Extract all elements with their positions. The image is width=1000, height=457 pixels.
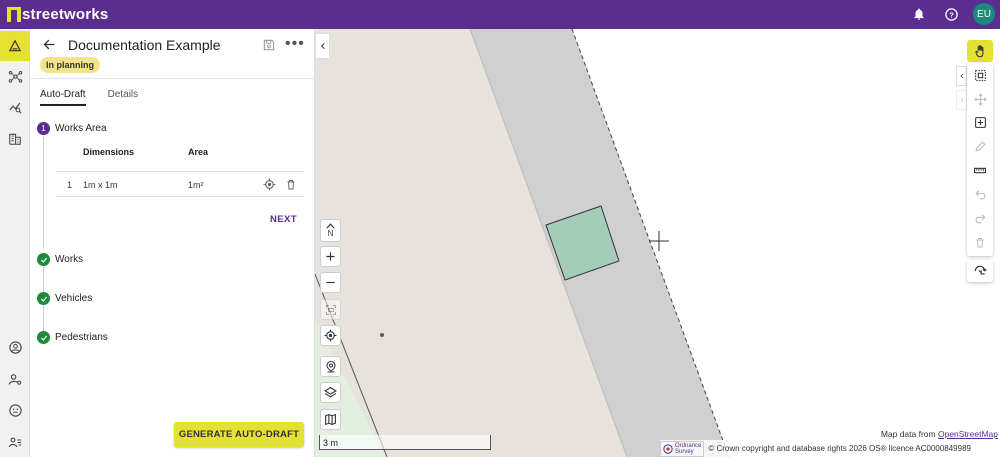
- edit-icon[interactable]: [967, 135, 993, 157]
- step-connector: [43, 306, 44, 334]
- layers-button[interactable]: [320, 382, 341, 403]
- save-icon[interactable]: [262, 38, 276, 57]
- undo-icon[interactable]: [967, 183, 993, 205]
- next-button[interactable]: NEXT: [270, 214, 297, 225]
- step-label: Works: [55, 254, 84, 265]
- check-icon: [37, 331, 50, 344]
- app-name: streetworks: [22, 6, 109, 23]
- bell-icon[interactable]: [909, 4, 929, 24]
- column-header-dimensions: Dimensions: [83, 147, 135, 157]
- row-index: 1: [67, 180, 73, 190]
- app-logo[interactable]: streetworks: [7, 6, 108, 23]
- works-icon[interactable]: [0, 31, 30, 61]
- step-vehicles[interactable]: Vehicles: [37, 292, 92, 305]
- back-arrow-icon[interactable]: [42, 37, 57, 57]
- attribution-text: Map data from: [880, 429, 938, 439]
- scale-bar: 3 m: [319, 435, 491, 450]
- trash-icon[interactable]: [967, 231, 993, 253]
- expand-move-button[interactable]: [956, 90, 967, 110]
- profile-icon[interactable]: [0, 332, 30, 362]
- ordnance-survey-logo: Ordnance Survey: [660, 440, 705, 457]
- openstreetmap-link[interactable]: OpenStreetMap: [938, 429, 998, 439]
- fit-bounds-button[interactable]: [320, 299, 341, 320]
- table-row[interactable]: 1 1m x 1m 1m²: [56, 171, 304, 197]
- step-pedestrians[interactable]: Pedestrians: [37, 331, 108, 344]
- map-attribution: Map data from OpenStreetMap: [878, 429, 1000, 439]
- move-icon[interactable]: [967, 88, 993, 110]
- row-area: 1m²: [188, 180, 204, 190]
- svg-text:?: ?: [949, 10, 954, 19]
- basemap-button[interactable]: [320, 409, 341, 430]
- step-connector: [43, 267, 44, 295]
- step-connector: [43, 137, 44, 249]
- step-label: Vehicles: [55, 293, 93, 304]
- redo-icon[interactable]: [967, 207, 993, 229]
- collapse-panel-button[interactable]: [315, 33, 330, 59]
- step-number: 1: [37, 122, 50, 135]
- add-shape-icon[interactable]: [967, 111, 993, 133]
- pin-location-button[interactable]: [320, 356, 341, 377]
- left-nav: [0, 29, 30, 457]
- measure-icon[interactable]: [967, 159, 993, 181]
- buildings-icon[interactable]: [0, 124, 30, 154]
- locate-icon[interactable]: [263, 178, 276, 193]
- top-bar: streetworks ? EU: [0, 0, 1000, 29]
- network-icon[interactable]: [0, 61, 30, 91]
- expand-tools-button[interactable]: [956, 66, 967, 86]
- copyright-text: © Crown copyright and database rights 20…: [708, 444, 971, 453]
- pan-tool-button[interactable]: [967, 40, 993, 62]
- select-area-icon[interactable]: [967, 64, 993, 86]
- generate-auto-draft-button[interactable]: GENERATE AUTO-DRAFT: [174, 422, 304, 447]
- more-options-icon[interactable]: •••: [285, 36, 305, 52]
- user-settings-icon[interactable]: [0, 364, 30, 394]
- zoom-out-button[interactable]: [320, 272, 341, 293]
- os-logo-icon: [663, 443, 673, 454]
- map-background: [315, 29, 730, 457]
- my-location-button[interactable]: [320, 325, 341, 346]
- avatar[interactable]: EU: [973, 3, 995, 25]
- step-label: Pedestrians: [55, 332, 108, 343]
- os-logo-line2: Survey: [675, 448, 694, 455]
- delete-icon[interactable]: [285, 178, 297, 193]
- column-header-area: Area: [188, 147, 209, 157]
- zoom-in-button[interactable]: [320, 246, 341, 267]
- step-works[interactable]: Works: [37, 253, 83, 266]
- tab-auto-draft[interactable]: Auto-Draft: [40, 89, 86, 106]
- works-panel: Documentation Example In planning ••• Au…: [30, 29, 315, 457]
- map-canvas[interactable]: N 3 m Map data from OpenStreetMap Ordnan…: [315, 29, 1000, 457]
- north-label: N: [327, 229, 334, 238]
- os-attribution: Ordnance Survey © Crown copyright and da…: [660, 440, 971, 457]
- rotate-icon[interactable]: [967, 260, 993, 282]
- check-icon: [37, 292, 50, 305]
- team-icon[interactable]: [0, 427, 30, 457]
- tab-details[interactable]: Details: [108, 89, 139, 106]
- logo-mark-icon: [7, 7, 21, 22]
- support-icon[interactable]: [0, 395, 30, 425]
- step-works-area[interactable]: 1 Works Area: [37, 122, 107, 135]
- row-dimensions: 1m x 1m: [83, 180, 118, 190]
- panel-header: Documentation Example In planning •••: [30, 29, 314, 79]
- page-title: Documentation Example: [68, 37, 221, 53]
- drawing-toolbar: [967, 63, 993, 256]
- compass-button[interactable]: N: [320, 219, 341, 242]
- analytics-icon[interactable]: [0, 92, 30, 122]
- check-icon: [37, 253, 50, 266]
- help-icon[interactable]: ?: [941, 4, 961, 24]
- step-label: Works Area: [55, 123, 107, 134]
- tab-bar: Auto-Draft Details: [40, 89, 138, 106]
- os-logo-line1: Ordnance: [675, 442, 702, 449]
- status-badge: In planning: [40, 57, 100, 73]
